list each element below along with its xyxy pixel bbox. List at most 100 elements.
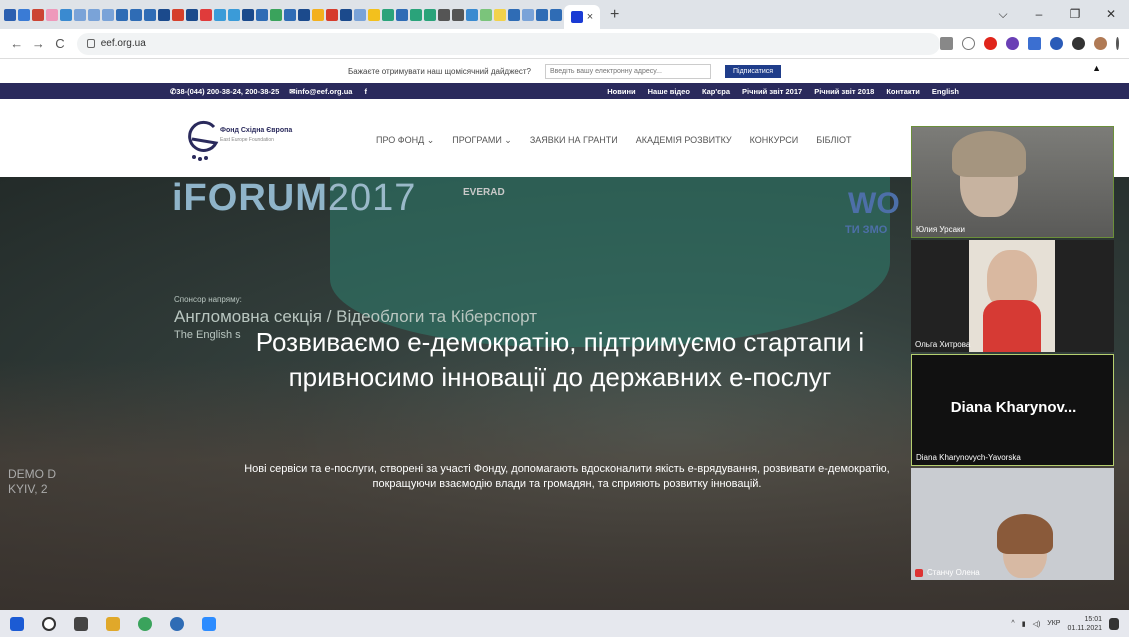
tab-favicon-icon[interactable] — [200, 8, 212, 21]
toplink-contacts[interactable]: Контакти — [886, 87, 920, 96]
tab-favicon-icon[interactable] — [46, 8, 58, 21]
chrome-icon[interactable] — [138, 616, 152, 631]
top-links: Новини Наше відео Кар'єра Річний звіт 20… — [607, 87, 959, 96]
search-icon[interactable] — [42, 616, 56, 631]
toplink-career[interactable]: Кар'єра — [702, 87, 730, 96]
toplink-news[interactable]: Новини — [607, 87, 635, 96]
toplink-report-2018[interactable]: Річний звіт 2018 — [814, 87, 874, 96]
tab-favicon-icon[interactable] — [326, 8, 338, 21]
tab-favicon-icon[interactable] — [522, 8, 534, 21]
tray-arrow-icon[interactable]: ^ — [1011, 620, 1014, 627]
toplink-video[interactable]: Наше відео — [648, 87, 690, 96]
tab-close-icon[interactable]: × — [587, 11, 593, 23]
tab-favicon-icon[interactable] — [158, 8, 170, 21]
tab-favicon-icon[interactable] — [186, 8, 198, 21]
tab-favicon-icon[interactable] — [480, 8, 492, 21]
file-explorer-icon[interactable] — [106, 616, 120, 631]
network-icon[interactable]: ▮ — [1022, 620, 1026, 628]
collapse-arrow-icon[interactable]: ▲ — [1092, 63, 1101, 73]
extension-icon[interactable] — [1006, 37, 1019, 50]
tab-favicon-icon[interactable] — [368, 8, 380, 21]
tab-favicon-icon[interactable] — [424, 8, 436, 21]
menu-dots-icon[interactable] — [1116, 37, 1119, 50]
subscribe-button[interactable]: Підписатися — [725, 64, 782, 78]
participant-tile[interactable]: Юлия Урсаки — [911, 126, 1114, 238]
minimize-button[interactable]: – — [1021, 0, 1057, 29]
participant-tile[interactable]: Станчу Олена — [911, 468, 1114, 580]
tab-favicon-icon[interactable] — [102, 8, 114, 21]
translate-icon[interactable] — [940, 37, 953, 50]
task-view-icon[interactable] — [74, 616, 88, 631]
tab-favicon-icon[interactable] — [242, 8, 254, 21]
tab-favicon-icon[interactable] — [172, 8, 184, 21]
clock[interactable]: 15:01 01.11.2021 — [1067, 615, 1102, 633]
facebook-icon[interactable]: f — [364, 87, 367, 96]
url-text[interactable]: eef.org.ua — [101, 38, 146, 49]
tab-search-icon[interactable]: ⌵ — [985, 0, 1021, 29]
forward-button[interactable]: → — [28, 36, 50, 51]
app-icon[interactable] — [170, 616, 184, 631]
nav-grants[interactable]: ЗАЯВКИ НА ГРАНТИ — [530, 135, 618, 146]
new-tab-button[interactable]: + — [610, 6, 619, 24]
tab-favicon-icon[interactable] — [18, 8, 30, 21]
active-tab[interactable]: × — [564, 5, 600, 29]
puzzle-icon[interactable] — [1072, 37, 1085, 50]
tab-favicon-icon[interactable] — [228, 8, 240, 21]
tab-favicon-icon[interactable] — [88, 8, 100, 21]
tab-favicon-icon[interactable] — [74, 8, 86, 21]
close-window-button[interactable]: ✕ — [1093, 0, 1129, 29]
tab-favicon-icon[interactable] — [410, 8, 422, 21]
tab-favicon-icon[interactable] — [256, 8, 268, 21]
url-input[interactable]: eef.org.ua — [76, 32, 940, 55]
back-button[interactable]: ← — [6, 36, 28, 51]
tab-favicon-icon[interactable] — [382, 8, 394, 21]
participant-tile-active[interactable]: Diana Kharynov... Diana Kharynovych-Yavo… — [911, 354, 1114, 466]
tab-favicon-icon[interactable] — [284, 8, 296, 21]
tab-favicon-icon[interactable] — [214, 8, 226, 21]
maximize-button[interactable]: ❐ — [1057, 0, 1093, 29]
opera-icon[interactable] — [984, 37, 997, 50]
tab-favicon-icon[interactable] — [438, 8, 450, 21]
tab-favicon-icon[interactable] — [396, 8, 408, 21]
tab-favicon-icon[interactable] — [116, 8, 128, 21]
nav-academy[interactable]: АКАДЕМІЯ РОЗВИТКУ — [636, 135, 732, 146]
toplink-english[interactable]: English — [932, 87, 959, 96]
nav-contests[interactable]: КОНКУРСИ — [750, 135, 799, 146]
tab-favicon-icon[interactable] — [466, 8, 478, 21]
clock-time: 15:01 — [1084, 615, 1102, 623]
tab-favicon-icon[interactable] — [340, 8, 352, 21]
tab-favicon-icon[interactable] — [452, 8, 464, 21]
nav-programs[interactable]: ПРОГРАМИ ⌄ — [452, 135, 512, 146]
email-link[interactable]: ✉info@eef.org.ua — [289, 87, 352, 96]
volume-icon[interactable]: ◁) — [1033, 620, 1041, 628]
windows-start-icon[interactable] — [10, 616, 24, 631]
bookmark-star-icon[interactable] — [962, 37, 975, 50]
subscribe-email-input[interactable] — [545, 63, 711, 79]
profile-avatar[interactable] — [1094, 37, 1107, 50]
reload-button[interactable]: C — [49, 36, 71, 51]
toplink-report-2017[interactable]: Річний звіт 2017 — [742, 87, 802, 96]
tab-favicon-icon[interactable] — [32, 8, 44, 21]
nav-about[interactable]: ПРО ФОНД ⌄ — [376, 135, 434, 146]
tab-favicon-icon[interactable] — [60, 8, 72, 21]
tab-favicon-icon[interactable] — [270, 8, 282, 21]
zoom-icon[interactable] — [202, 616, 216, 631]
tab-favicon-icon[interactable] — [550, 8, 562, 21]
tab-favicon-icon[interactable] — [494, 8, 506, 21]
tab-favicon-icon[interactable] — [298, 8, 310, 21]
tab-favicon-icon[interactable] — [508, 8, 520, 21]
language-indicator[interactable]: УКР — [1047, 620, 1060, 627]
lock-icon[interactable] — [86, 39, 95, 48]
tab-favicon-icon[interactable] — [536, 8, 548, 21]
extension-icon[interactable] — [1050, 37, 1063, 50]
tab-favicon-icon[interactable] — [144, 8, 156, 21]
tab-favicon-icon[interactable] — [4, 8, 16, 21]
notification-icon[interactable] — [1109, 617, 1119, 630]
tab-favicon-icon[interactable] — [354, 8, 366, 21]
nav-library[interactable]: БІБЛІОТ — [816, 135, 851, 146]
site-logo[interactable]: Фонд Східна Європа East Europe Foundatio… — [184, 113, 339, 165]
extension-icon[interactable] — [1028, 37, 1041, 50]
tab-favicon-icon[interactable] — [130, 8, 142, 21]
participant-tile[interactable]: Ольга Хитрова — [911, 240, 1114, 352]
tab-favicon-icon[interactable] — [312, 8, 324, 21]
